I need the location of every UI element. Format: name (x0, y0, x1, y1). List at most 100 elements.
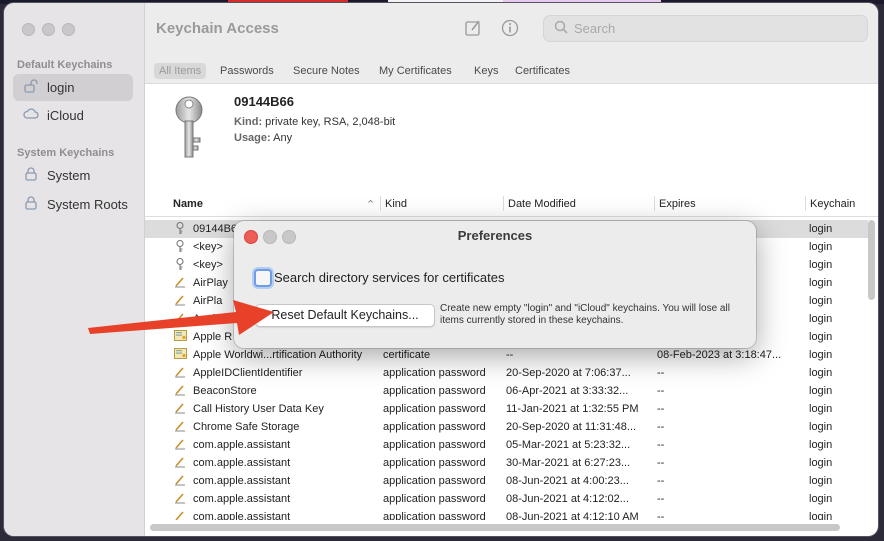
row-expires: -- (657, 367, 665, 379)
sort-chevron-icon: ⌃ (366, 199, 376, 211)
column-name[interactable]: Name (173, 198, 203, 210)
search-icon (554, 20, 568, 37)
row-kind: application password (383, 457, 486, 469)
row-keychain: login (809, 313, 833, 325)
table-row[interactable]: Chrome Safe Storage application password 2… (145, 418, 868, 436)
tab-my-certificates[interactable]: My Certificates (374, 63, 457, 79)
tab-all-items[interactable]: All Items (154, 63, 207, 79)
row-name: com.apple.assistant (193, 475, 291, 487)
table-row[interactable]: com.apple.assistant application password 0… (145, 436, 868, 454)
row-kind: application password (383, 493, 486, 505)
key-icon (173, 240, 187, 256)
table-row[interactable]: com.apple.assistant application password 0… (145, 472, 868, 490)
detail-kind: Kind: private key, RSA, 2,048-bit (234, 116, 395, 128)
cert-icon (173, 348, 187, 362)
sidebar-item-system[interactable]: System (13, 162, 133, 189)
key-icon (173, 258, 187, 274)
column-expires[interactable]: Expires (659, 198, 696, 210)
row-kind: application password (383, 385, 486, 397)
row-name: com.apple.assistant (193, 511, 291, 520)
sidebar: Default Keychains login iCloud System Ke… (4, 3, 145, 536)
row-date: 08-Jun-2021 at 4:12:02... (506, 493, 629, 505)
sidebar-item-system-roots[interactable]: System Roots (13, 191, 133, 218)
row-expires: -- (657, 511, 665, 520)
sidebar-section-default: Default Keychains (17, 59, 113, 71)
row-keychain: login (809, 367, 833, 379)
row-keychain: login (809, 259, 833, 271)
row-keychain: login (809, 493, 833, 505)
table-row[interactable]: Apple Worldwi...rtification Authority cer… (145, 346, 868, 364)
sidebar-item-label: iCloud (47, 108, 84, 123)
table-row[interactable]: AppleIDClientIdentifier application passw… (145, 364, 868, 382)
table-row[interactable]: BeaconStore application password 06-Apr-20… (145, 382, 868, 400)
row-name: com.apple.assistant (193, 493, 291, 505)
sidebar-section-system: System Keychains (17, 147, 115, 159)
window-close-button[interactable] (22, 23, 35, 36)
row-keychain: login (809, 385, 833, 397)
row-date: 05-Mar-2021 at 5:23:32... (506, 439, 631, 451)
info-icon[interactable] (500, 19, 520, 39)
row-date: 08-Jun-2021 at 4:00:23... (506, 475, 629, 487)
row-kind: application password (383, 367, 486, 379)
tab-keys[interactable]: Keys (469, 63, 503, 79)
table-row[interactable]: Call History User Data Key application pa… (145, 400, 868, 418)
row-keychain: login (809, 331, 833, 343)
row-date: 08-Jun-2021 at 4:12:10 AM (506, 511, 639, 520)
key-icon (169, 94, 209, 164)
row-name: BeaconStore (193, 385, 257, 397)
row-expires: 08-Feb-2023 at 3:18:47... (657, 349, 782, 361)
row-expires: -- (657, 493, 665, 505)
row-keychain: login (809, 439, 833, 451)
row-expires: -- (657, 457, 665, 469)
row-name: Chrome Safe Storage (193, 421, 300, 433)
row-kind: application password (383, 403, 486, 415)
sidebar-item-icloud[interactable]: iCloud (13, 102, 133, 129)
search-input[interactable]: Search (543, 15, 868, 42)
preferences-dialog: Preferences Search directory services fo… (234, 221, 756, 348)
row-keychain: login (809, 403, 833, 415)
row-date: 20-Sep-2020 at 11:31:48... (506, 421, 637, 433)
sidebar-item-label: login (47, 80, 75, 95)
row-keychain: login (809, 421, 833, 433)
row-expires: -- (657, 421, 665, 433)
pen-icon (173, 420, 187, 435)
row-name: Call History User Data Key (193, 403, 324, 415)
vertical-scrollbar[interactable] (868, 220, 875, 300)
lock-icon (22, 167, 40, 184)
column-keychain[interactable]: Keychain (810, 198, 855, 210)
sidebar-item-login[interactable]: login (13, 74, 133, 101)
horizontal-scrollbar[interactable] (150, 524, 840, 531)
search-placeholder: Search (574, 21, 616, 36)
reset-description: Create new empty "login" and "iCloud" ke… (440, 303, 730, 326)
row-name: AppleIDClientIdentifier (193, 367, 303, 379)
app-title: Keychain Access (156, 20, 279, 37)
column-date-modified[interactable]: Date Modified (508, 198, 576, 210)
row-keychain: login (809, 241, 833, 253)
pen-icon (173, 384, 187, 399)
search-directory-label[interactable]: Search directory services for certificat… (274, 270, 504, 285)
window-minimize-button[interactable] (42, 23, 55, 36)
key-icon (173, 222, 187, 238)
cloud-icon (22, 108, 40, 123)
lock-icon (22, 196, 40, 213)
window-zoom-button[interactable] (62, 23, 75, 36)
table-row[interactable]: com.apple.assistant application password 0… (145, 490, 868, 508)
column-kind[interactable]: Kind (385, 198, 407, 210)
search-directory-checkbox[interactable] (254, 269, 272, 287)
row-keychain: login (809, 349, 833, 361)
table-row[interactable]: com.apple.assistant application password 0… (145, 508, 868, 520)
pen-icon (173, 402, 187, 417)
tab-certificates[interactable]: Certificates (510, 63, 575, 79)
row-expires: -- (657, 385, 665, 397)
detail-usage: Usage: Any (234, 132, 292, 144)
row-expires: -- (657, 475, 665, 487)
tab-secure-notes[interactable]: Secure Notes (288, 63, 365, 79)
row-keychain: login (809, 277, 833, 289)
sidebar-item-label: System (47, 168, 91, 183)
reset-default-keychains-button[interactable]: Reset Default Keychains... (255, 304, 435, 327)
row-date: 06-Apr-2021 at 3:33:32... (506, 385, 629, 397)
compose-icon[interactable] (463, 19, 483, 39)
pen-icon (173, 366, 187, 381)
tab-passwords[interactable]: Passwords (215, 63, 279, 79)
table-row[interactable]: com.apple.assistant application password 3… (145, 454, 868, 472)
